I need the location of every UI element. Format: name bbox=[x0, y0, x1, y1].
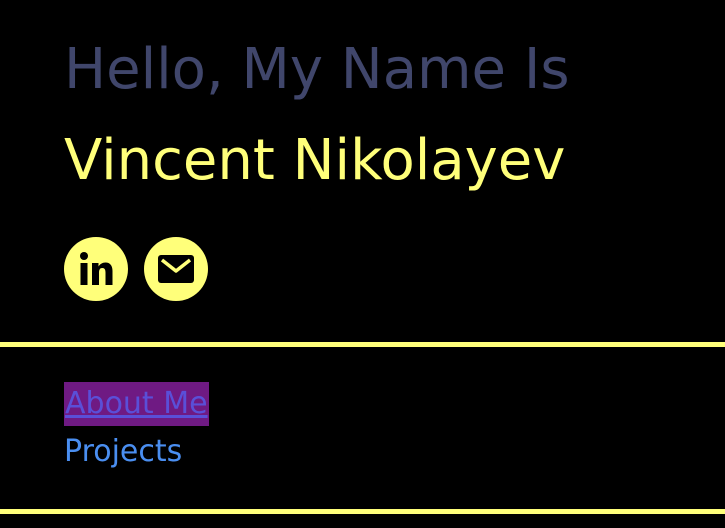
top-divider bbox=[0, 342, 725, 347]
email-button[interactable] bbox=[144, 237, 208, 301]
intro-header: Hello, My Name Is Vincent Nikolayev bbox=[64, 30, 570, 200]
bottom-divider bbox=[0, 509, 725, 514]
nav-link-projects[interactable]: Projects bbox=[64, 430, 182, 474]
greeting-heading: Hello, My Name Is bbox=[64, 37, 570, 102]
name-heading: Vincent Nikolayev bbox=[64, 128, 566, 193]
main-nav: About Me Projects bbox=[64, 382, 209, 474]
linkedin-icon bbox=[80, 252, 113, 285]
social-links bbox=[64, 237, 208, 301]
mail-icon bbox=[158, 255, 194, 283]
linkedin-button[interactable] bbox=[64, 237, 128, 301]
nav-link-about-me[interactable]: About Me bbox=[64, 382, 209, 426]
